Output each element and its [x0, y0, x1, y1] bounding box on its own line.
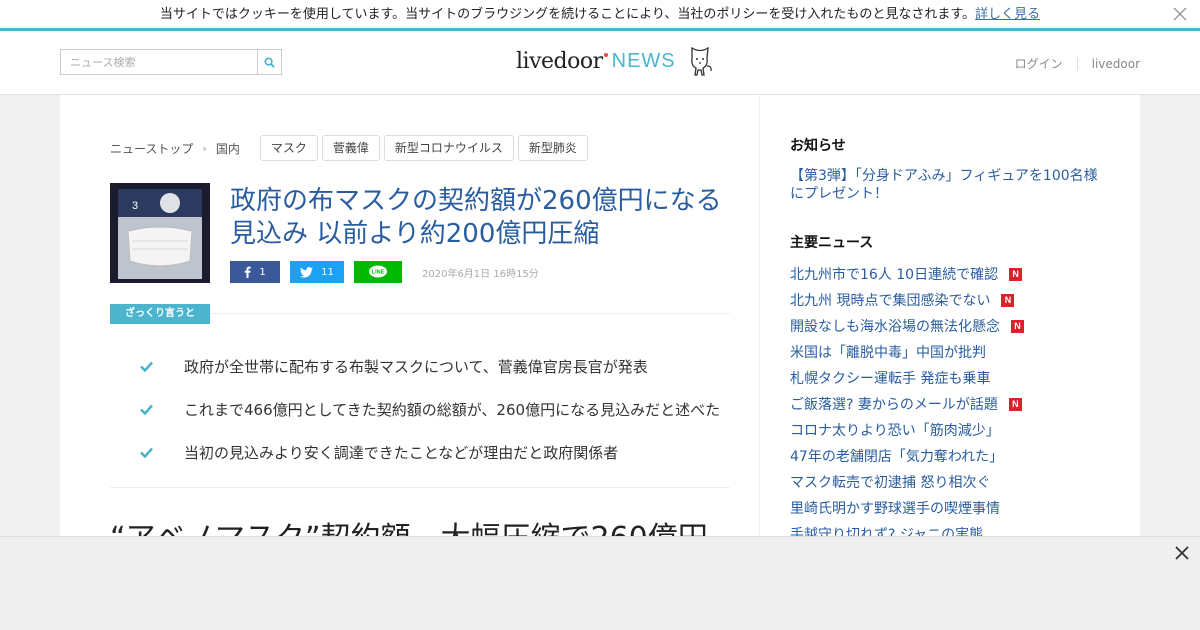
facebook-share-button[interactable]: 1	[230, 261, 280, 283]
ad-overlay	[0, 536, 1200, 630]
bullet-text: 政府が全世帯に配布する布製マスクについて、菅義偉官房長官が発表	[184, 358, 648, 376]
new-badge: N	[1011, 319, 1024, 333]
twitter-share-button[interactable]: 11	[290, 261, 344, 283]
news-item-text: 米国は「離脱中毒」中国が批判	[790, 345, 986, 361]
share-row: 1 11 LINE 2020年6月1日 16時15分	[230, 261, 539, 283]
facebook-count: 1	[259, 266, 266, 278]
publish-date: 2020年6月1日 16時15分	[422, 268, 539, 280]
list-item: 政府が全世帯に配布する布製マスクについて、菅義偉官房長官が発表	[140, 345, 740, 388]
breadcrumb: ニューストップ › 国内 マスク 菅義偉 新型コロナウイルス 新型肺炎	[110, 135, 592, 161]
news-item-text: ご飯落選? 妻からのメールが話題	[790, 397, 998, 413]
tag-list: マスク 菅義偉 新型コロナウイルス 新型肺炎	[259, 135, 592, 161]
line-icon: LINE	[369, 265, 387, 278]
check-icon	[140, 361, 154, 372]
tag-mask[interactable]: マスク	[259, 135, 318, 161]
search-icon	[264, 56, 275, 68]
tag-coronavirus[interactable]: 新型コロナウイルス	[383, 135, 514, 161]
search-box	[60, 49, 282, 75]
bullet-text: これまで466億円としてきた契約額の総額が、260億円になる見込みだと述べた	[184, 401, 721, 419]
new-badge: N	[1009, 267, 1023, 281]
close-icon[interactable]	[1172, 6, 1188, 22]
news-item[interactable]: 北九州 現時点で集団感染でない N	[790, 287, 1120, 313]
news-item[interactable]: 47年の老舗閉店「気力奪われた」	[790, 443, 1120, 469]
list-item: これまで466億円としてきた契約額の総額が、260億円になる見込みだと述べた	[140, 388, 740, 431]
bullet-text: 当初の見込みより安く調達できたことなどが理由だと政府関係者	[184, 444, 619, 462]
header-links: ログイン livedoor	[1015, 55, 1140, 72]
tag-suga[interactable]: 菅義偉	[321, 135, 380, 161]
main-news-list: 北九州市で16人 10日連続で確認 N 北九州 現時点で集団感染でない N 開設なし…	[790, 261, 1120, 547]
news-item-text: 里崎氏明かす野球選手の喫煙事情	[790, 501, 1000, 517]
site-header: livedoor NEWS ログイン livedoor	[0, 31, 1200, 95]
new-badge: N	[1008, 397, 1022, 411]
twitter-count: 11	[321, 266, 334, 278]
news-item-text: マスク転売で初逮捕 怒り相次ぐ	[790, 475, 991, 491]
logo-dot	[603, 53, 608, 57]
twitter-icon	[300, 266, 314, 278]
news-item-text: 47年の老舗閉店「気力奪われた」	[790, 449, 1004, 465]
header-divider	[1076, 57, 1078, 70]
site-logo[interactable]: livedoor NEWS	[516, 41, 714, 81]
news-item[interactable]: マスク転売で初逮捕 怒り相次ぐ	[790, 469, 1120, 495]
line-share-button[interactable]: LINE	[354, 261, 402, 283]
new-badge: N	[1001, 293, 1015, 307]
dog-mascot-icon	[690, 46, 712, 76]
main-news-title: 主要ニュース	[790, 235, 874, 251]
tag-pneumonia[interactable]: 新型肺炎	[517, 135, 588, 161]
check-icon	[140, 404, 154, 415]
login-link[interactable]: ログイン	[1015, 55, 1063, 72]
logo-brand: livedoor	[516, 48, 603, 74]
logo-news: NEWS	[611, 49, 676, 72]
mask-package-image: 3	[110, 183, 210, 283]
svg-text:LINE: LINE	[372, 270, 385, 276]
notice-link[interactable]: 【第3弾】「分身ドアふみ」フィギュアを100名様にプレゼント！	[790, 167, 1100, 203]
news-item[interactable]: 米国は「離脱中毒」中国が批判	[790, 339, 1120, 365]
news-item[interactable]: 札幌タクシー運転手 発症も乗車	[790, 365, 1120, 391]
summary-bullets: 政府が全世帯に配布する布製マスクについて、菅義偉官房長官が発表 これまで466億…	[140, 345, 740, 474]
cookie-banner: 当サイトではクッキーを使用しています。当サイトのブラウジングを続けることにより、…	[0, 0, 1200, 31]
news-item-text: コロナ太りより恐い「筋肉減少」	[790, 423, 1000, 439]
news-item-text: 北九州市で16人 10日連続で確認	[790, 267, 999, 283]
notice-title: お知らせ	[790, 138, 846, 154]
news-item-text: 開設なしも海水浴場の無法化懸念	[790, 319, 1000, 335]
news-item[interactable]: 北九州市で16人 10日連続で確認 N	[790, 261, 1120, 287]
check-icon	[140, 447, 154, 458]
article-headline: 政府の布マスクの契約額が260億円になる見込み 以前より約200億円圧縮	[230, 186, 722, 249]
news-item[interactable]: 里崎氏明かす野球選手の喫煙事情	[790, 495, 1120, 521]
svg-text:3: 3	[132, 200, 138, 212]
facebook-icon	[245, 266, 252, 278]
divider	[110, 487, 730, 488]
news-item[interactable]: 開設なしも海水浴場の無法化懸念 N	[790, 313, 1120, 339]
article-thumbnail[interactable]: 3	[110, 183, 210, 283]
close-icon[interactable]	[1174, 545, 1190, 561]
summary-label: ざっくり言うと	[110, 304, 210, 324]
list-item: 当初の見込みより安く調達できたことなどが理由だと政府関係者	[140, 431, 740, 474]
news-item-text: 札幌タクシー運転手 発症も乗車	[790, 371, 991, 387]
news-item-text: 北九州 現時点で集団感染でない	[790, 293, 991, 309]
news-item[interactable]: コロナ太りより恐い「筋肉減少」	[790, 417, 1120, 443]
search-input[interactable]	[61, 50, 257, 74]
breadcrumb-category[interactable]: 国内	[216, 140, 240, 157]
cookie-message: 当サイトではクッキーを使用しています。当サイトのブラウジングを続けることにより、…	[159, 7, 976, 22]
breadcrumb-top[interactable]: ニューストップ	[110, 140, 193, 157]
chevron-right-icon: ›	[202, 141, 207, 155]
news-item[interactable]: ご飯落選? 妻からのメールが話題 N	[790, 391, 1120, 417]
search-button[interactable]	[257, 50, 281, 74]
cookie-details-link[interactable]: 詳しく見る	[975, 7, 1040, 22]
livedoor-link[interactable]: livedoor	[1092, 57, 1140, 71]
